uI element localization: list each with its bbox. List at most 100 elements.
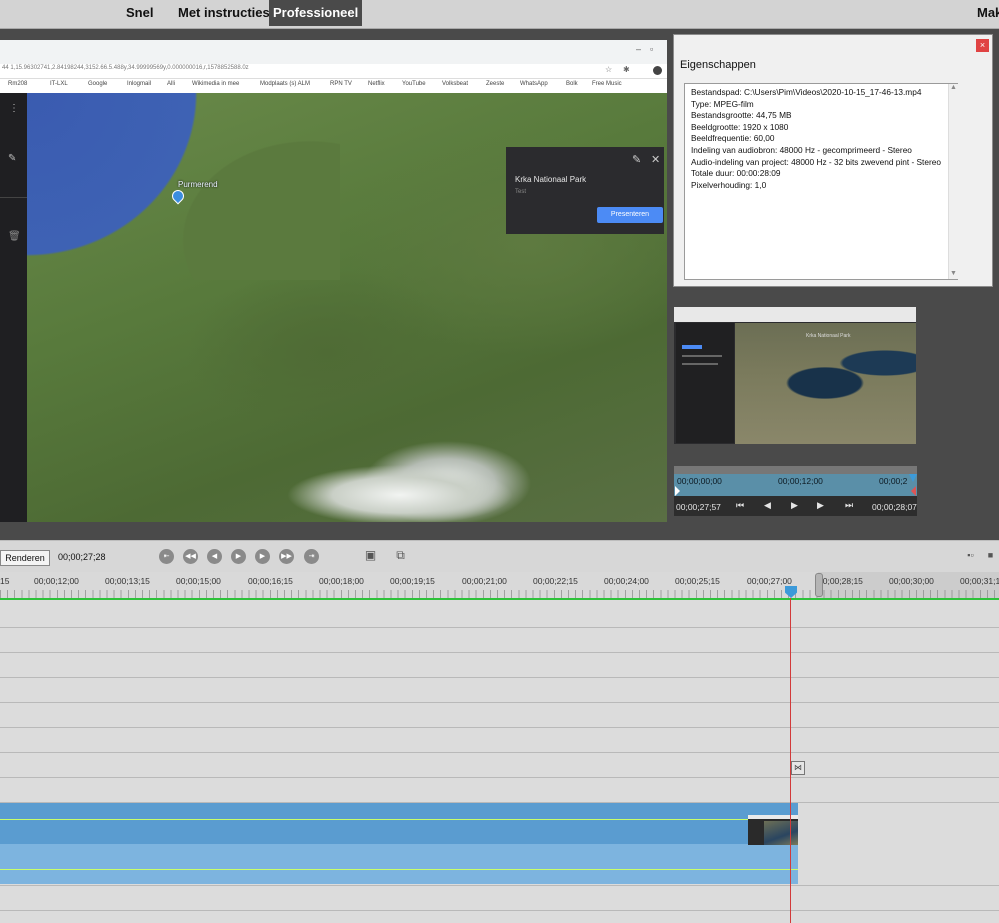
address-text: 44 1,15.96302741,2.84198244,3152.66.5.48… bbox=[2, 65, 249, 71]
track-divider bbox=[0, 752, 999, 753]
bookmark-item: Free Music bbox=[592, 81, 622, 87]
edit-icon: ✎ bbox=[632, 154, 642, 166]
close-icon: ✕ bbox=[651, 154, 661, 166]
dialog-title: Eigenschappen bbox=[680, 59, 756, 71]
star-icon: ☆ bbox=[605, 65, 613, 74]
go-to-start-icon[interactable]: ⇤ bbox=[159, 549, 174, 564]
monitor-browser-bar bbox=[674, 307, 916, 322]
maximize-icon: ▫ bbox=[650, 44, 654, 54]
scrub-start-timecode: 00;00;00;00 bbox=[677, 476, 722, 486]
property-line: Type: MPEG-film bbox=[691, 98, 754, 109]
rewind-icon[interactable]: ◀◀ bbox=[183, 549, 198, 564]
play-icon[interactable]: ▶ bbox=[231, 549, 246, 564]
frame-back-icon[interactable]: ◀ bbox=[207, 549, 222, 564]
ruler-label: 00;00;19;15 bbox=[390, 576, 435, 586]
monitor-current-timecode: 00;00;27;57 bbox=[676, 502, 721, 512]
property-line: Beeldfrequentie: 60,00 bbox=[691, 133, 775, 144]
play-icon[interactable]: ▶ bbox=[791, 500, 798, 511]
close-button[interactable]: × bbox=[976, 39, 989, 52]
current-timecode: 00;00;27;28 bbox=[58, 552, 106, 562]
monitor-settings-icon[interactable]: ▣ bbox=[362, 548, 379, 563]
clip-volume-line bbox=[0, 869, 798, 870]
loop-marker[interactable] bbox=[815, 573, 823, 597]
video-clip[interactable] bbox=[0, 803, 798, 884]
ruler-label: 00;00;28;15 bbox=[818, 576, 863, 586]
skip-start-icon[interactable]: ⏮ bbox=[736, 500, 744, 511]
map-land bbox=[110, 120, 340, 280]
monitor-controls: 00;00;27;57 ⏮ ◀ ▶ ▶ ⏭ 00;00;28;07 bbox=[674, 496, 917, 516]
property-line: Bestandspad: C:\Users\Pim\Videos\2020-10… bbox=[691, 87, 922, 97]
property-line: Pixelverhouding: 1,0 bbox=[691, 179, 767, 190]
zoom-icon[interactable]: ▪▫ bbox=[962, 548, 979, 563]
timeline-ruler[interactable]: 15 00;00;12;00 00;00;13;15 00;00;15;00 0… bbox=[0, 572, 999, 600]
bookmark-item: Wikimedia in mee bbox=[192, 81, 240, 87]
ruler-label: 00;00;16;15 bbox=[248, 576, 293, 586]
avatar bbox=[653, 66, 662, 75]
scroll-up-icon[interactable]: ▲ bbox=[950, 84, 957, 91]
property-line: Beeldgrootte: 1920 x 1080 bbox=[691, 121, 789, 132]
present-button: Presenteren bbox=[597, 207, 663, 223]
transport-bar: Renderen 00;00;27;28 ⇤ ◀◀ ◀ ▶ ▶ ▶▶ ⇥ ▣ ⧉… bbox=[0, 540, 999, 573]
fullscreen-icon[interactable]: ⧉ bbox=[392, 548, 409, 563]
go-to-end-icon[interactable]: ⇥ bbox=[304, 549, 319, 564]
frame-forward-icon[interactable]: ▶ bbox=[255, 549, 270, 564]
fast-forward-icon[interactable]: ▶▶ bbox=[279, 549, 294, 564]
ruler-label: 00;00;12;00 bbox=[34, 576, 79, 586]
track-divider bbox=[0, 727, 999, 728]
ruler-label: 00;00;18;00 bbox=[319, 576, 364, 586]
scroll-down-icon[interactable]: ▼ bbox=[950, 270, 957, 277]
track-divider bbox=[0, 910, 999, 911]
mode-right-tab[interactable]: Mak bbox=[973, 0, 999, 26]
step-back-icon[interactable]: ◀ bbox=[764, 500, 771, 511]
property-line: Audio-indeling van project: 48000 Hz - 3… bbox=[691, 156, 941, 167]
ruler-label: 00;00;27;00 bbox=[747, 576, 792, 586]
render-button[interactable]: Renderen bbox=[0, 550, 50, 566]
property-line: Bestandsgrootte: 44,75 MB bbox=[691, 110, 792, 121]
properties-list-box: Bestandspad: C:\Users\Pim\Videos\2020-10… bbox=[684, 83, 958, 280]
pencil-icon: ✎ bbox=[8, 153, 17, 164]
bookmark-item: Inlogmail bbox=[127, 81, 152, 87]
bookmark-item: RPN TV bbox=[330, 81, 352, 87]
monitor-map bbox=[735, 323, 916, 444]
monitor-line bbox=[682, 355, 722, 357]
monitor-end-timecode: 00;00;28;07 bbox=[872, 502, 917, 512]
trim-icon[interactable]: ⋈ bbox=[791, 761, 805, 775]
track-divider bbox=[0, 885, 999, 886]
bookmark-item: Zeeste bbox=[486, 81, 505, 87]
in-marker-icon[interactable] bbox=[675, 486, 680, 496]
ruler-label: 00;00;13;15 bbox=[105, 576, 150, 586]
bookmark-item: WhatsApp bbox=[520, 81, 548, 87]
out-marker-icon[interactable] bbox=[911, 486, 916, 496]
scrub-end-timecode: 00;00;2 bbox=[879, 476, 908, 486]
bookmark-item: Bolk bbox=[566, 81, 578, 87]
skip-end-icon[interactable]: ⏭ bbox=[845, 500, 853, 511]
bookmark-item: YouTube bbox=[402, 81, 426, 87]
step-forward-icon[interactable]: ▶ bbox=[817, 500, 824, 511]
place-card: ✎ ✕ Krka Nationaal Park Test Presenteren bbox=[506, 147, 664, 234]
scrub-scrollbar[interactable] bbox=[674, 466, 917, 474]
track-divider bbox=[0, 652, 999, 653]
properties-scrollbar[interactable]: ▲ ▼ bbox=[948, 84, 959, 279]
property-line: Indeling van audiobron: 48000 Hz - gecom… bbox=[691, 144, 912, 155]
mode-instructies-tab[interactable]: Met instructies bbox=[174, 0, 274, 26]
bookmark-item: Modplaats (s) ALM bbox=[260, 81, 311, 87]
monitor-side-panel bbox=[676, 323, 734, 443]
scrub-playhead-icon[interactable] bbox=[909, 474, 917, 482]
source-monitor: Krka Nationaal Park bbox=[674, 307, 916, 444]
card-title: Krka Nationaal Park bbox=[515, 175, 587, 184]
ruler-label: 00;00;15;00 bbox=[176, 576, 221, 586]
monitor-button bbox=[682, 345, 702, 349]
bookmark-item: Alli bbox=[167, 81, 176, 87]
bookmarks-bar: Rm208 IT-LXL Google Inlogmail Alli Wikim… bbox=[0, 79, 667, 94]
track-divider bbox=[0, 677, 999, 678]
view-toggle-icon[interactable]: ■ bbox=[982, 548, 999, 563]
clip-video-part bbox=[0, 803, 798, 844]
source-scrubber: 00;00;00;00 00;00;12;00 00;00;2 00;00;27… bbox=[674, 466, 917, 516]
timeline-tracks[interactable]: ⋈ bbox=[0, 600, 999, 923]
bookmark-item: Netflix bbox=[368, 81, 385, 87]
mode-snel-tab[interactable]: Snel bbox=[122, 0, 157, 26]
monitor-line bbox=[682, 363, 718, 365]
ruler-label: 00;00;30;00 bbox=[889, 576, 934, 586]
trash-icon: 🗑 bbox=[8, 231, 21, 242]
mode-professioneel-tab[interactable]: Professioneel bbox=[269, 0, 363, 26]
